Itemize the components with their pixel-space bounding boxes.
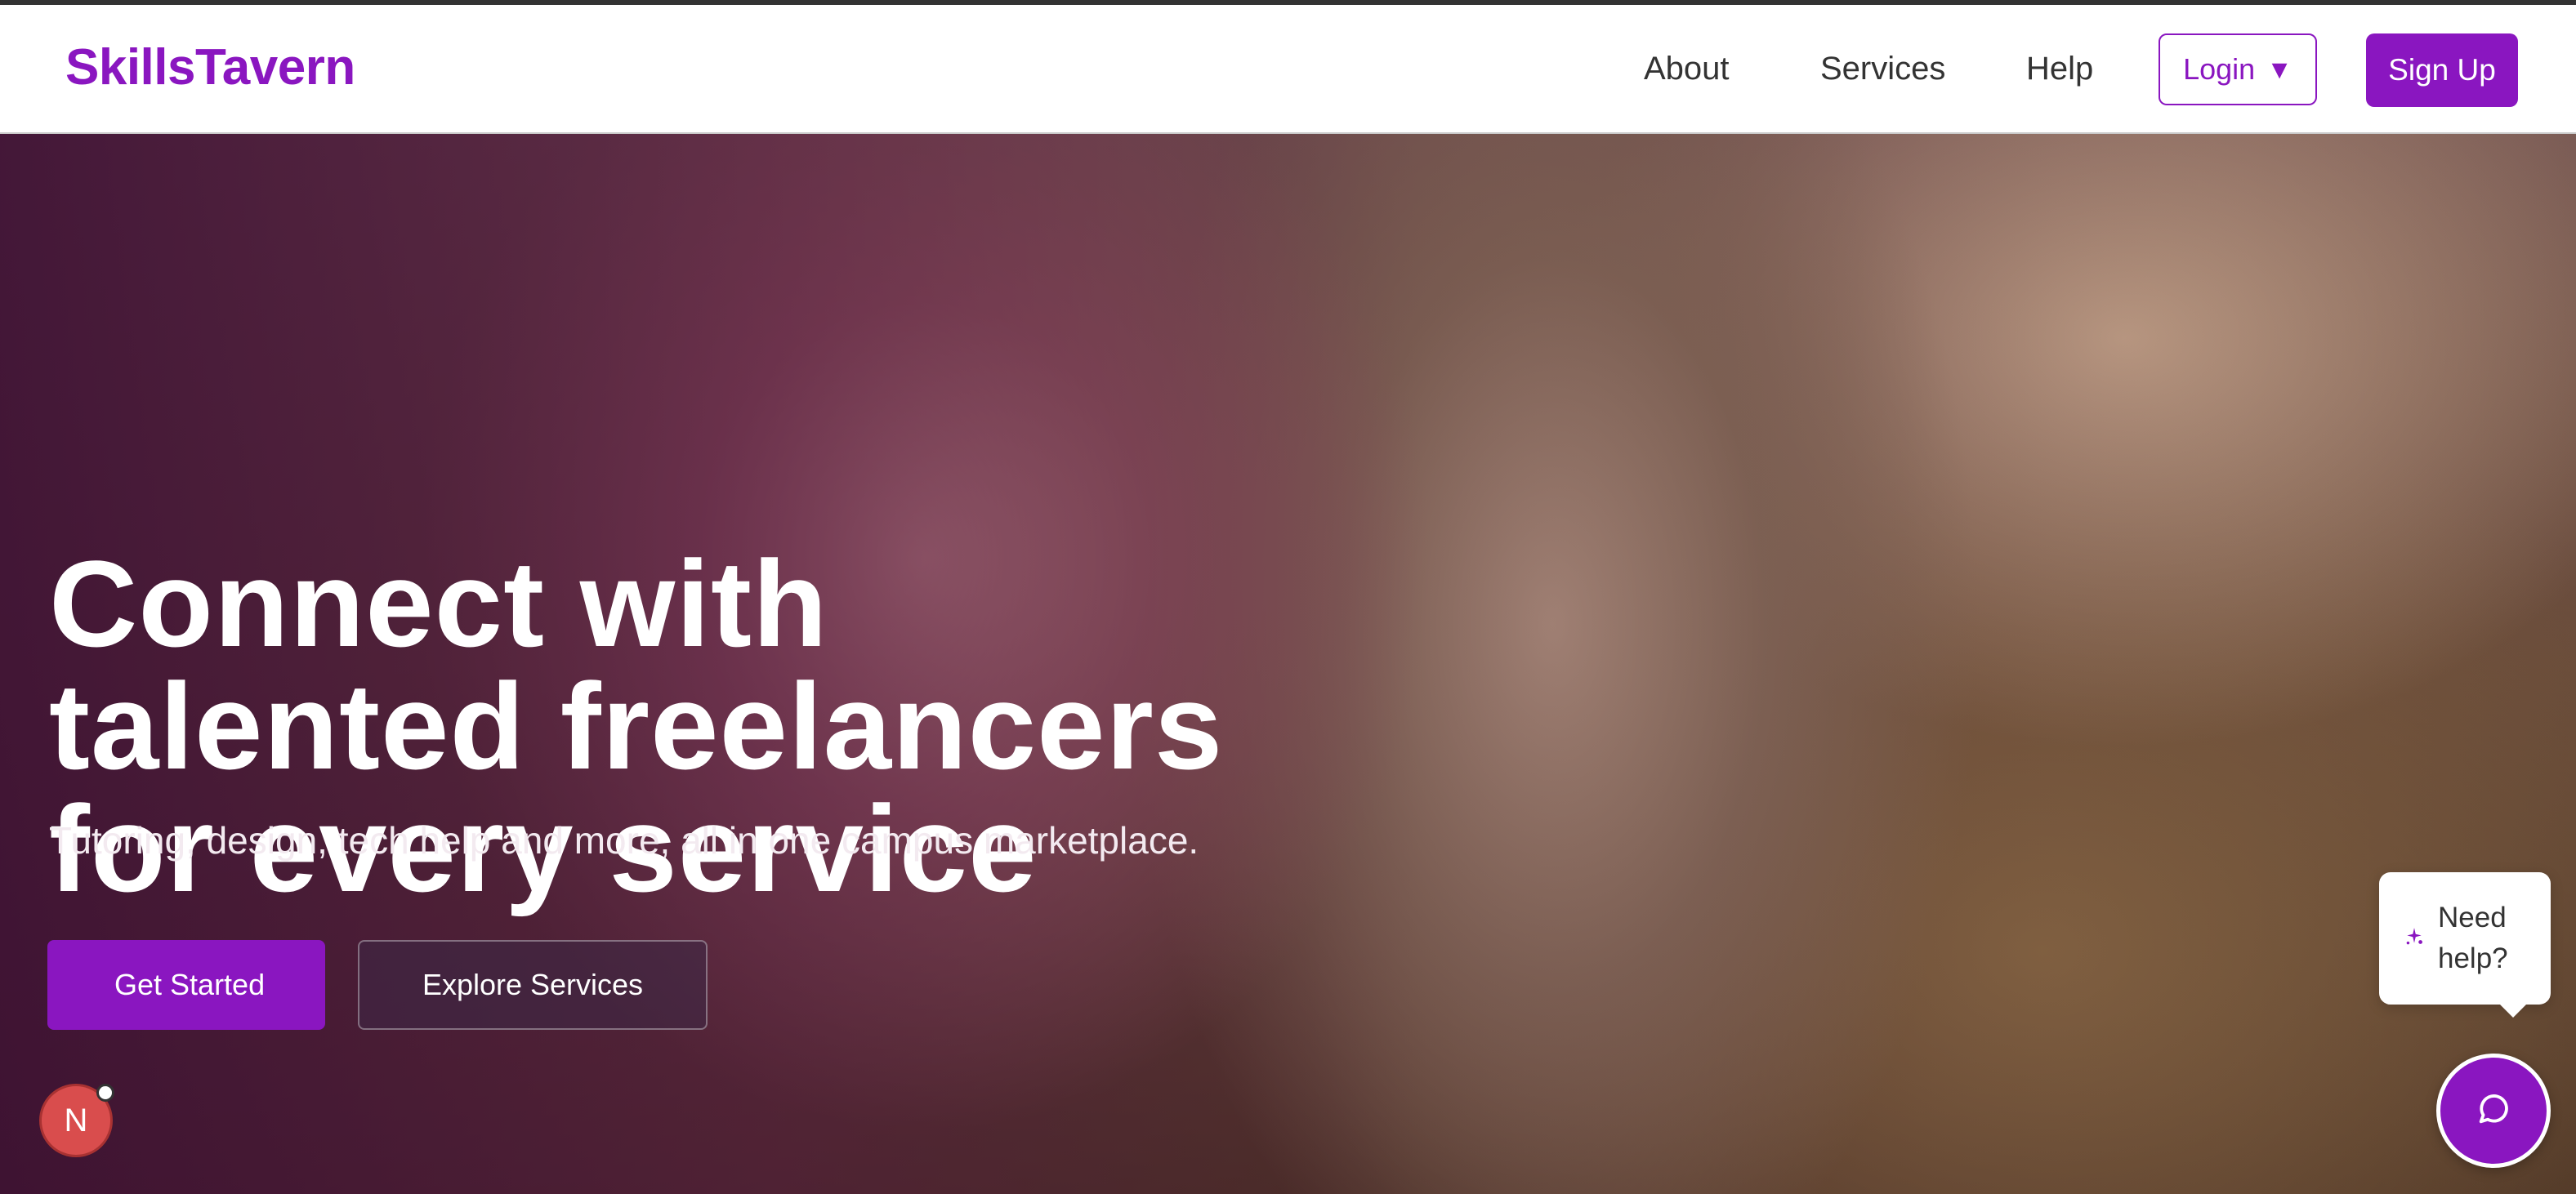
caret-down-icon: ▼ — [2266, 54, 2293, 84]
brand-logo[interactable]: SkillsTavern — [65, 42, 355, 93]
help-text: Need help? — [2438, 902, 2508, 974]
avatar-status-dot — [96, 1084, 114, 1102]
nav-link-about[interactable]: About — [1644, 52, 1730, 85]
signup-button[interactable]: Sign Up — [2366, 33, 2518, 107]
hero-subtitle: Tutoring, design, tech help and more, al… — [49, 819, 1199, 862]
hero-title-line: talented freelancers — [49, 657, 1224, 795]
navbar: SkillsTavern About Services Help Login ▼… — [0, 5, 2576, 134]
get-started-button[interactable]: Get Started — [47, 940, 325, 1030]
login-dropdown-button[interactable]: Login ▼ — [2159, 33, 2317, 105]
nav-link-help[interactable]: Help — [2026, 52, 2093, 85]
sparkle-icon — [2404, 926, 2425, 951]
hero-title-line: Connect with — [49, 535, 828, 672]
nav-link-services[interactable]: Services — [1820, 52, 1945, 85]
chat-bubble-icon — [2475, 1090, 2512, 1132]
help-bubble[interactable]: Need help? — [2379, 872, 2551, 1018]
chat-button[interactable] — [2436, 1054, 2551, 1168]
explore-services-button[interactable]: Explore Services — [358, 940, 708, 1030]
hero-section: Connect with talented freelancers for ev… — [0, 134, 2576, 1194]
login-label: Login — [2183, 52, 2256, 86]
